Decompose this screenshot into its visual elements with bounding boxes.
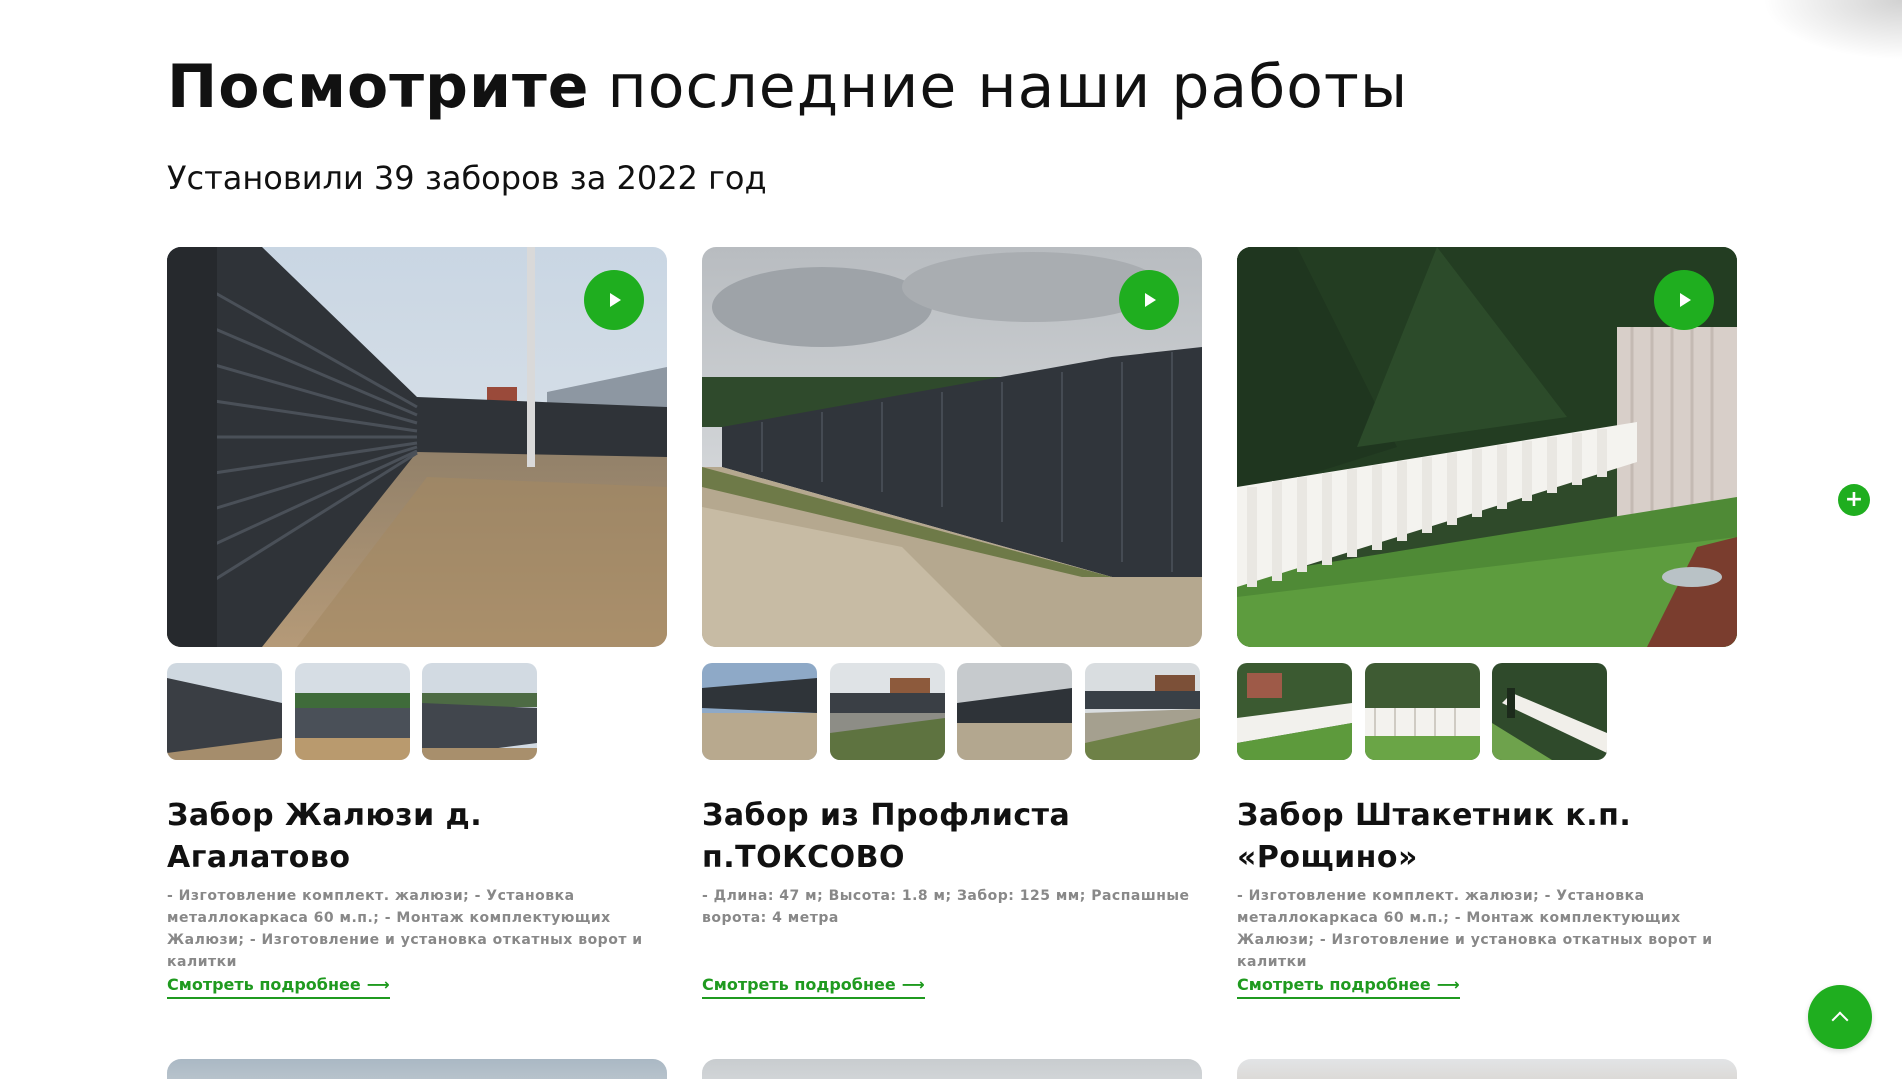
- work-card-toksovo: Забор из Профлиста п.ТОКСОВО - Длина: 47…: [702, 247, 1202, 999]
- thumbnail[interactable]: [1084, 663, 1200, 760]
- thumbnail[interactable]: [167, 663, 282, 760]
- work-card-title: Забор Штакетник к.п. «Рощино» - Изготовл…: [1237, 795, 1737, 973]
- thumbnail-strip: [702, 663, 1212, 760]
- work-card-next-photo[interactable]: [1237, 1059, 1737, 1079]
- view-details-link[interactable]: Смотреть подробнее ⟶: [702, 974, 925, 999]
- chevron-up-icon: [1831, 1011, 1849, 1029]
- thumbnail[interactable]: [1364, 663, 1480, 760]
- view-details-label: Смотреть подробнее: [167, 975, 361, 994]
- play-video-button[interactable]: [1654, 270, 1714, 330]
- section-subtitle: Установили 39 заборов за 2022 год: [167, 159, 767, 197]
- section-title-bold: Посмотрите: [167, 52, 590, 122]
- play-icon: [1680, 293, 1691, 307]
- play-video-button[interactable]: [584, 270, 644, 330]
- view-details-label: Смотреть подробнее: [1237, 975, 1431, 994]
- work-main-photo[interactable]: [167, 247, 667, 647]
- work-card-title: Забор Жалюзи д. Агалатово - Изготовление…: [167, 795, 667, 973]
- thumbnail-strip: [167, 663, 550, 760]
- thumbnail[interactable]: [702, 663, 817, 760]
- work-card-title-text: Забор Штакетник к.п. «Рощино»: [1237, 798, 1632, 875]
- work-card-title-text: Забор из Профлиста п.ТОКСОВО: [702, 798, 1071, 875]
- plus-icon[interactable]: +: [1838, 484, 1870, 516]
- work-card-description: - Длина: 47 м; Высота: 1.8 м; Забор: 125…: [702, 888, 1190, 926]
- thumbnail[interactable]: [294, 663, 410, 760]
- view-details-label: Смотреть подробнее: [702, 975, 896, 994]
- work-main-photo[interactable]: [702, 247, 1202, 647]
- arrow-right-icon: ⟶: [366, 975, 390, 994]
- thumbnail[interactable]: [957, 663, 1072, 760]
- work-card-agalatovo: Забор Жалюзи д. Агалатово - Изготовление…: [167, 247, 667, 999]
- arrow-right-icon: ⟶: [901, 975, 925, 994]
- corner-shadow-decoration: [1762, 0, 1902, 60]
- work-card-roshchino: Забор Штакетник к.п. «Рощино» - Изготовл…: [1237, 247, 1737, 999]
- play-icon: [1145, 293, 1156, 307]
- play-icon: [610, 293, 621, 307]
- section-title-rest: последние наши работы: [607, 52, 1409, 122]
- work-card-description: - Изготовление комплект. жалюзи; - Устан…: [167, 888, 643, 970]
- work-card-next-photo[interactable]: [167, 1059, 667, 1079]
- work-card-next-photo[interactable]: [702, 1059, 1202, 1079]
- thumbnail[interactable]: [1237, 663, 1352, 760]
- arrow-right-icon: ⟶: [1436, 975, 1460, 994]
- section-title: Посмотрите последние наши работы: [167, 52, 1408, 122]
- work-main-photo[interactable]: [1237, 247, 1737, 647]
- thumbnail-strip: [1237, 663, 1620, 760]
- thumbnail[interactable]: [1492, 663, 1607, 760]
- work-card-description: - Изготовление комплект. жалюзи; - Устан…: [1237, 888, 1713, 970]
- thumbnail[interactable]: [829, 663, 945, 760]
- view-details-link[interactable]: Смотреть подробнее ⟶: [167, 974, 390, 999]
- play-video-button[interactable]: [1119, 270, 1179, 330]
- thumbnail[interactable]: [422, 663, 537, 760]
- work-card-title: Забор из Профлиста п.ТОКСОВО - Длина: 47…: [702, 795, 1202, 929]
- scroll-to-top-button[interactable]: [1808, 985, 1872, 1049]
- work-card-title-text: Забор Жалюзи д. Агалатово: [167, 798, 483, 875]
- view-details-link[interactable]: Смотреть подробнее ⟶: [1237, 974, 1460, 999]
